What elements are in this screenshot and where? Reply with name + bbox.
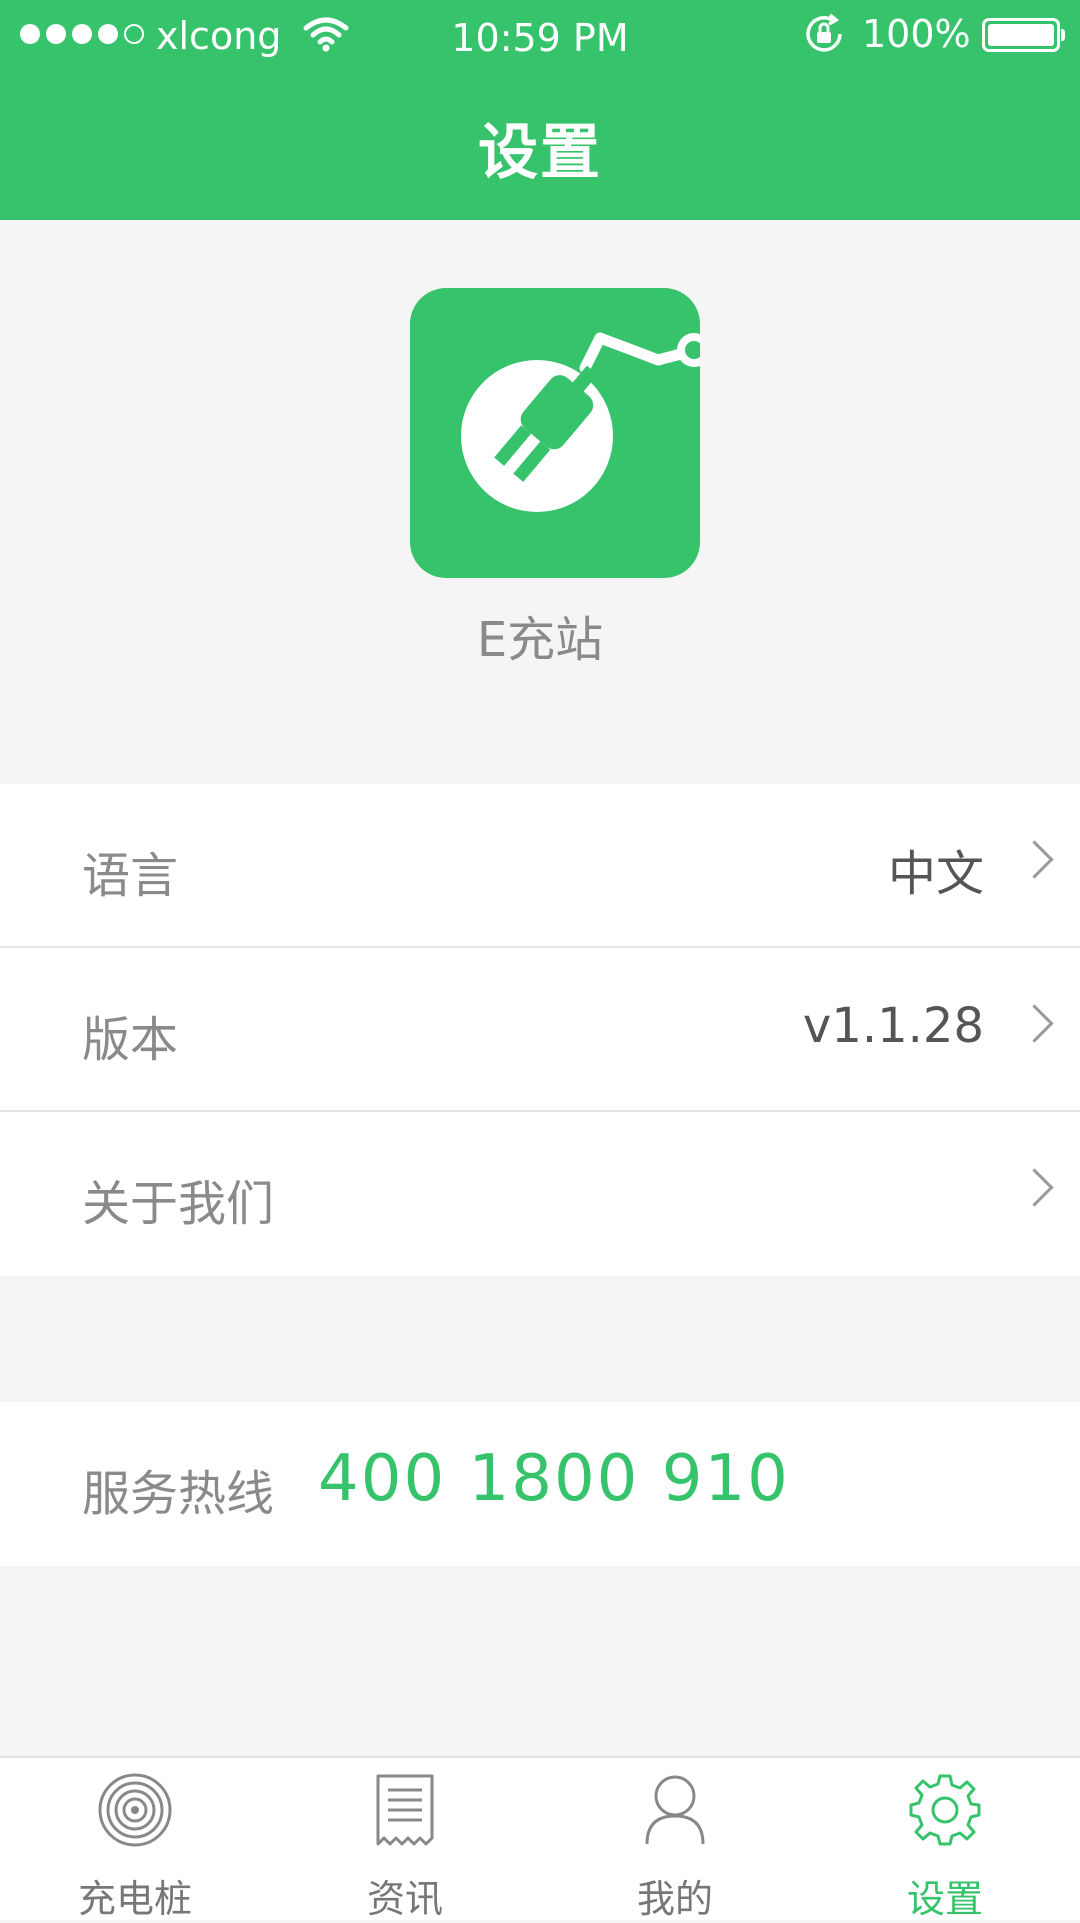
version-row[interactable]: 版本 v1.1.28 bbox=[0, 948, 1080, 1112]
language-value: 中文 bbox=[887, 846, 984, 902]
plug-icon bbox=[461, 332, 700, 512]
tab-settings[interactable]: 设置 bbox=[810, 1758, 1080, 1921]
hotline-label: 服务热线 bbox=[82, 1466, 275, 1522]
tab-label: 我的 bbox=[636, 1877, 713, 1921]
profile-icon bbox=[642, 1772, 708, 1852]
news-icon bbox=[372, 1772, 438, 1852]
app-name: E充站 bbox=[476, 612, 604, 668]
settings-icon bbox=[907, 1772, 983, 1852]
hotline-number[interactable]: 400 1800 910 bbox=[318, 1442, 790, 1516]
version-label: 版本 bbox=[82, 1012, 179, 1068]
language-row[interactable]: 语言 中文 bbox=[0, 784, 1080, 948]
about-row[interactable]: 关于我们 bbox=[0, 1112, 1080, 1276]
settings-list: 语言 中文 版本 v1.1.28 关于我们 bbox=[0, 784, 1080, 1276]
battery-icon bbox=[982, 18, 1065, 52]
charging-pile-icon bbox=[97, 1772, 173, 1852]
tab-bar: 充电桩 资讯 我的 设置 bbox=[0, 1756, 1080, 1921]
page-title: 设置 bbox=[478, 118, 602, 188]
tab-label: 资讯 bbox=[366, 1877, 443, 1921]
chevron-right-icon bbox=[1015, 1168, 1054, 1207]
tab-charging-pile[interactable]: 充电桩 bbox=[0, 1758, 270, 1921]
battery-percentage: 100% bbox=[862, 12, 971, 56]
tab-label: 设置 bbox=[906, 1877, 983, 1921]
chevron-right-icon bbox=[1015, 1004, 1054, 1043]
header: xlcong 10:59 PM 100% 设置 bbox=[0, 0, 1080, 220]
app-logo bbox=[410, 288, 700, 578]
hotline-section: 服务热线 400 1800 910 bbox=[0, 1402, 1080, 1566]
status-bar: xlcong 10:59 PM 100% bbox=[0, 0, 1080, 70]
tab-profile[interactable]: 我的 bbox=[540, 1758, 810, 1921]
chevron-right-icon bbox=[1015, 840, 1054, 879]
rotation-lock-icon bbox=[802, 12, 846, 65]
about-label: 关于我们 bbox=[82, 1176, 275, 1232]
tab-label: 充电桩 bbox=[77, 1877, 192, 1921]
language-label: 语言 bbox=[82, 848, 179, 904]
tab-news[interactable]: 资讯 bbox=[270, 1758, 540, 1921]
version-value: v1.1.28 bbox=[802, 998, 984, 1054]
hotline-row[interactable]: 服务热线 400 1800 910 bbox=[0, 1402, 1080, 1566]
